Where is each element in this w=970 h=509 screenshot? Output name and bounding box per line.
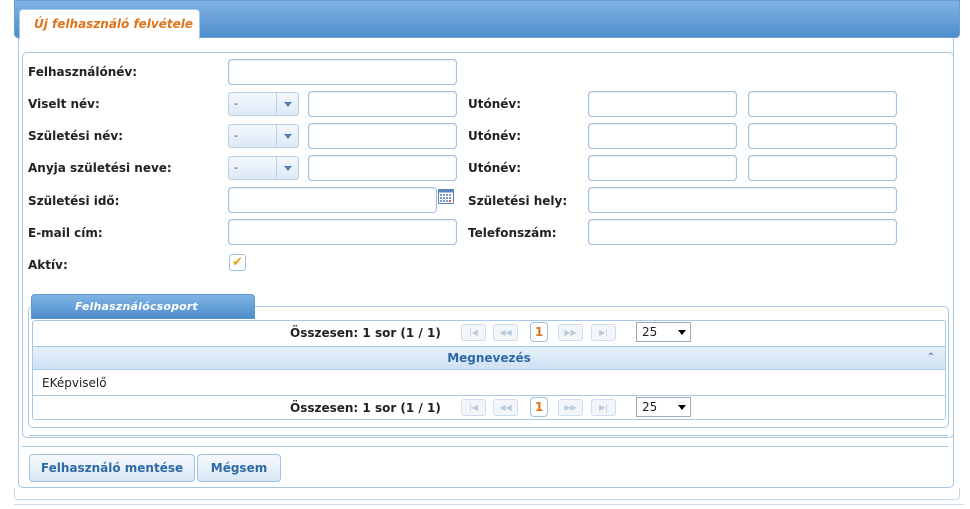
first-page-button[interactable]: |◀ <box>461 399 486 416</box>
birth-date-input[interactable] <box>228 187 437 213</box>
prev-page-button[interactable]: ◀◀ <box>493 399 518 416</box>
save-user-button[interactable]: Felhasználó mentése <box>29 454 195 482</box>
checkmark-icon: ✔ <box>232 255 243 270</box>
pager-summary: Összesen: 1 sor (1 / 1) <box>290 401 441 415</box>
prev-page-button[interactable]: ◀◀ <box>493 324 518 341</box>
mother-name-label: Anyja születési neve: <box>28 161 172 175</box>
mother-name-title-select[interactable]: - <box>228 156 299 180</box>
tab-new-user[interactable]: Új felhasználó felvétele <box>19 9 200 39</box>
page-size-select[interactable]: 25 <box>636 397 691 417</box>
used-name-title-select[interactable]: - <box>228 92 299 116</box>
column-header-label: Megnevezés <box>447 351 531 365</box>
select-value: - <box>234 161 238 174</box>
used-name-family-input[interactable] <box>308 91 457 117</box>
chevron-down-icon <box>276 157 298 179</box>
column-header-name[interactable]: Megnevezés ⌃ <box>33 346 945 370</box>
mother-name-first-label: Utónév: <box>468 161 522 175</box>
sort-icon[interactable]: ⌃ <box>927 347 935 369</box>
table-cell-name: EKépviselő <box>42 376 107 390</box>
phone-label: Telefonszám: <box>468 226 557 240</box>
group-title: Felhasználócsoport <box>31 294 255 319</box>
email-label: E-mail cím: <box>28 226 103 240</box>
page-size-value: 25 <box>642 325 658 339</box>
chevron-down-icon <box>276 125 298 147</box>
divider <box>14 504 964 505</box>
used-name-second-input[interactable] <box>748 91 897 117</box>
used-name-label: Viselt név: <box>28 97 100 111</box>
divider <box>29 435 948 436</box>
mother-name-first-input[interactable] <box>588 155 737 181</box>
select-value: - <box>234 97 238 110</box>
table-row[interactable]: EKépviselő <box>33 371 945 396</box>
next-page-button[interactable]: ▶▶ <box>558 399 583 416</box>
active-label: Aktív: <box>28 258 68 272</box>
cancel-button[interactable]: Mégsem <box>197 454 281 482</box>
username-input[interactable] <box>228 59 457 85</box>
birth-name-family-input[interactable] <box>308 123 457 149</box>
chevron-down-icon <box>678 405 686 410</box>
pager-bottom: Összesen: 1 sor (1 / 1) |◀ ◀◀ 1 ▶▶ ▶| 25 <box>33 396 945 420</box>
calendar-icon[interactable] <box>438 188 454 204</box>
chevron-down-icon <box>276 93 298 115</box>
phone-input[interactable] <box>588 219 897 245</box>
birth-name-second-input[interactable] <box>748 123 897 149</box>
current-page-button[interactable]: 1 <box>530 397 548 417</box>
pager-summary: Összesen: 1 sor (1 / 1) <box>290 326 441 340</box>
next-page-button[interactable]: ▶▶ <box>558 324 583 341</box>
active-checkbox[interactable]: ✔ <box>229 254 246 271</box>
pager-top: Összesen: 1 sor (1 / 1) |◀ ◀◀ 1 ▶▶ ▶| 25 <box>33 321 945 345</box>
birth-name-first-input[interactable] <box>588 123 737 149</box>
used-name-first-label: Utónév: <box>468 97 522 111</box>
birth-place-label: Születési hely: <box>468 194 568 208</box>
select-value: - <box>234 129 238 142</box>
panel-footer-line <box>14 488 960 500</box>
birth-name-label: Születési név: <box>28 129 124 143</box>
birth-name-title-select[interactable]: - <box>228 124 299 148</box>
mother-name-family-input[interactable] <box>308 155 457 181</box>
used-name-first-input[interactable] <box>588 91 737 117</box>
divider <box>22 446 948 447</box>
birth-place-input[interactable] <box>588 187 897 213</box>
username-label: Felhasználónév: <box>28 65 138 79</box>
last-page-button[interactable]: ▶| <box>591 324 616 341</box>
mother-name-second-input[interactable] <box>748 155 897 181</box>
current-page-button[interactable]: 1 <box>530 322 548 342</box>
last-page-button[interactable]: ▶| <box>591 399 616 416</box>
first-page-button[interactable]: |◀ <box>461 324 486 341</box>
page-size-select[interactable]: 25 <box>636 322 691 342</box>
chevron-down-icon <box>678 330 686 335</box>
birth-name-first-label: Utónév: <box>468 129 522 143</box>
email-input[interactable] <box>228 219 457 245</box>
page-size-value: 25 <box>642 400 658 414</box>
birth-date-label: Születési idő: <box>28 194 120 208</box>
